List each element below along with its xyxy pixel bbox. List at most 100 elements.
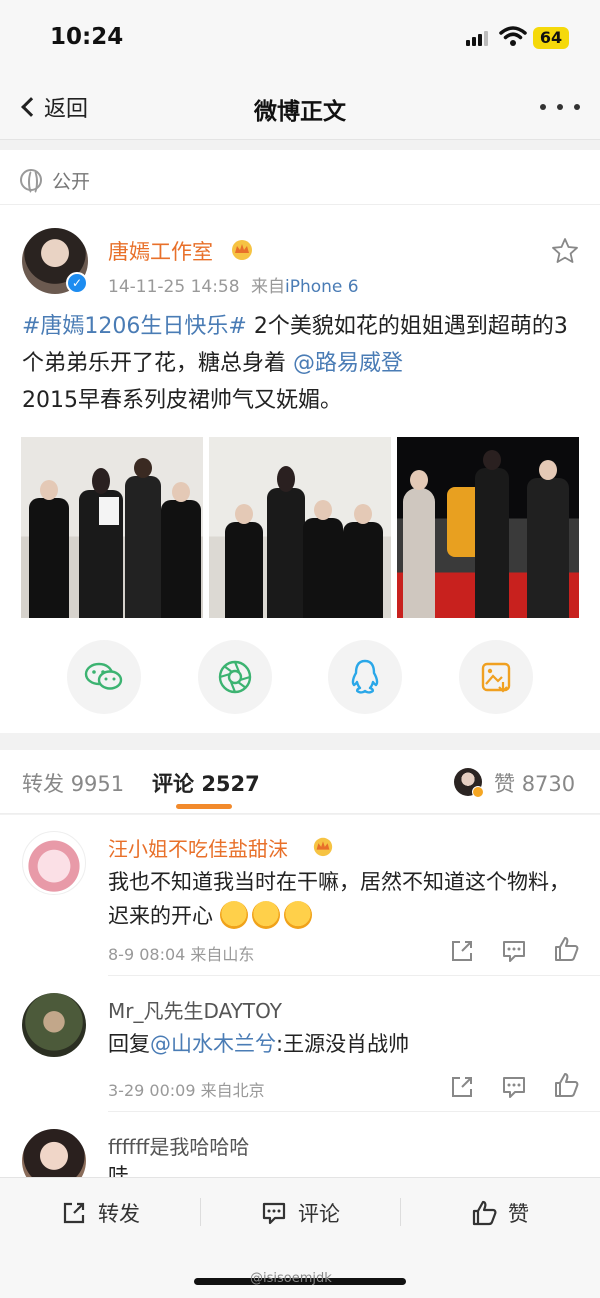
watermark: @isisoemjdk [250,1271,332,1286]
comment-button[interactable]: 评论 [260,1196,340,1230]
photo-figure [267,466,305,618]
share-wechat-button[interactable] [67,640,141,714]
like-label: 赞 [508,1202,529,1226]
comment-label: 评论 [298,1202,340,1226]
wechat-icon [84,662,123,690]
verified-icon: ✓ [66,272,88,294]
tab-comments-count: 2527 [201,772,260,796]
active-tab-indicator [176,804,232,809]
status-time: 10:24 [50,24,124,50]
favorite-star-icon[interactable] [550,236,580,266]
mention-link[interactable]: @路易威登 [293,351,403,376]
emoji-icon [251,901,280,929]
vip-crown-icon [232,240,252,260]
tab-repost-label: 转发 [22,772,64,796]
qq-icon [351,659,379,694]
photo-figure [343,504,383,618]
tab-likes-label: 赞 [494,772,515,796]
photo-figure [303,500,343,618]
status-bar: 10:24 64 [0,0,600,74]
save-image-button[interactable] [459,640,533,714]
chevron-left-icon [21,97,41,117]
tab-comments[interactable]: 评论 2527 [152,768,260,798]
tab-comments-label: 评论 [152,772,194,796]
vip-crown-icon [313,837,333,857]
post-card: 公开 ✓ 唐嫣工作室 14-11-25 14:58 来自iPhone 6 #唐嫣… [0,150,600,733]
tab-repost[interactable]: 转发 9951 [22,768,124,798]
commenter-name[interactable]: ffffff是我哈哈哈 [108,1131,249,1160]
commenter-avatar[interactable] [22,993,86,1057]
reply-comment-icon[interactable] [500,937,528,965]
post-photo[interactable] [21,437,203,618]
mention-link[interactable]: @山水木兰兮 [150,1032,276,1056]
comment-list: 汪小姐不吃佳盐甜沫 我也不知道我当时在干嘛，居然不知道这个物料，迟来的开心 8-… [0,815,600,1177]
comment-meta: 8-9 08:04 来自山东 [108,945,255,964]
visibility-row: 公开 [20,164,90,196]
repost-button[interactable]: 转发 [60,1196,140,1230]
like-comment-icon[interactable] [552,935,580,963]
photo-prop [99,497,119,525]
cellular-signal-icon [466,30,492,46]
commenter-avatar[interactable] [22,831,86,895]
commenter-avatar[interactable] [22,1129,86,1177]
post-source[interactable]: iPhone 6 [285,277,359,297]
back-label: 返回 [44,97,89,122]
battery-indicator: 64 [533,27,569,49]
more-button[interactable] [540,102,580,112]
more-dot [574,104,580,110]
hashtag-link[interactable]: #唐嫣1206生日快乐# [22,314,247,339]
nav-bar: 返回 微博正文 [0,74,600,140]
photo-figure [225,504,263,618]
commenter-name[interactable]: Mr_凡先生DAYTOY [108,995,282,1024]
share-moments-button[interactable] [198,640,272,714]
tab-likes-count: 8730 [521,772,576,796]
commenter-name[interactable]: 汪小姐不吃佳盐甜沫 [108,833,288,862]
moments-icon [218,660,252,694]
post-timestamp: 14-11-25 14:58 [108,277,240,297]
post-text: #唐嫣1206生日快乐# 2个美貌如花的姐姐遇到超萌的3个弟弟乐开了花，糖总身着… [22,308,582,419]
photo-figure [29,480,69,618]
photo-figure [125,458,161,618]
share-comment-icon[interactable] [448,937,476,965]
comment-item: Mr_凡先生DAYTOY 回复@山水木兰兮:王源没肖战帅 3-29 00:09 … [0,977,600,1113]
like-comment-icon[interactable] [552,1071,580,1099]
comment-body: :王源没肖战帅 [276,1032,410,1056]
photo-figure [527,460,569,618]
tab-repost-count: 9951 [70,772,125,796]
repost-label: 转发 [98,1202,140,1226]
comment-body: 我也不知道我当时在干嘛，居然不知道这个物料，迟来的开心 [108,870,570,928]
reply-comment-icon[interactable] [500,1073,528,1101]
photo-figure [403,470,435,618]
emoji-icon [283,901,312,929]
author-avatar[interactable]: ✓ [22,228,88,294]
reply-prefix: 回复 [108,1032,150,1056]
post-photo[interactable] [209,437,391,618]
photo-figure [161,482,201,618]
share-qq-button[interactable] [328,640,402,714]
like-icon [472,1200,497,1226]
tabs-bar: 转发 9951 评论 2527 赞 8730 [0,750,600,814]
comment-icon [262,1202,286,1225]
comment-item: 汪小姐不吃佳盐甜沫 我也不知道我当时在干嘛，居然不知道这个物料，迟来的开心 8-… [0,815,600,976]
post-photo[interactable] [397,437,579,618]
wifi-icon [499,26,527,46]
tab-likes[interactable]: 赞 8730 [494,768,575,798]
comment-body: 哇 [108,1164,129,1177]
divider [0,204,600,205]
post-text-part: 2015早春系列皮裙帅气又妩媚。 [22,388,342,413]
save-image-icon [481,662,511,693]
share-comment-icon[interactable] [448,1073,476,1101]
repost-icon [63,1202,85,1224]
like-button[interactable]: 赞 [470,1196,529,1230]
comment-divider [108,1111,600,1112]
globe-icon [20,169,42,195]
like-avatar [454,768,484,798]
comment-meta: 3-29 00:09 来自北京 [108,1081,265,1100]
back-button[interactable]: 返回 [18,90,88,124]
visibility-label: 公开 [52,170,91,193]
share-row [0,640,600,714]
toolbar-separator [200,1198,201,1226]
photo-figure [475,450,509,618]
author-name[interactable]: 唐嫣工作室 [108,236,213,266]
page-title: 微博正文 [254,99,346,125]
